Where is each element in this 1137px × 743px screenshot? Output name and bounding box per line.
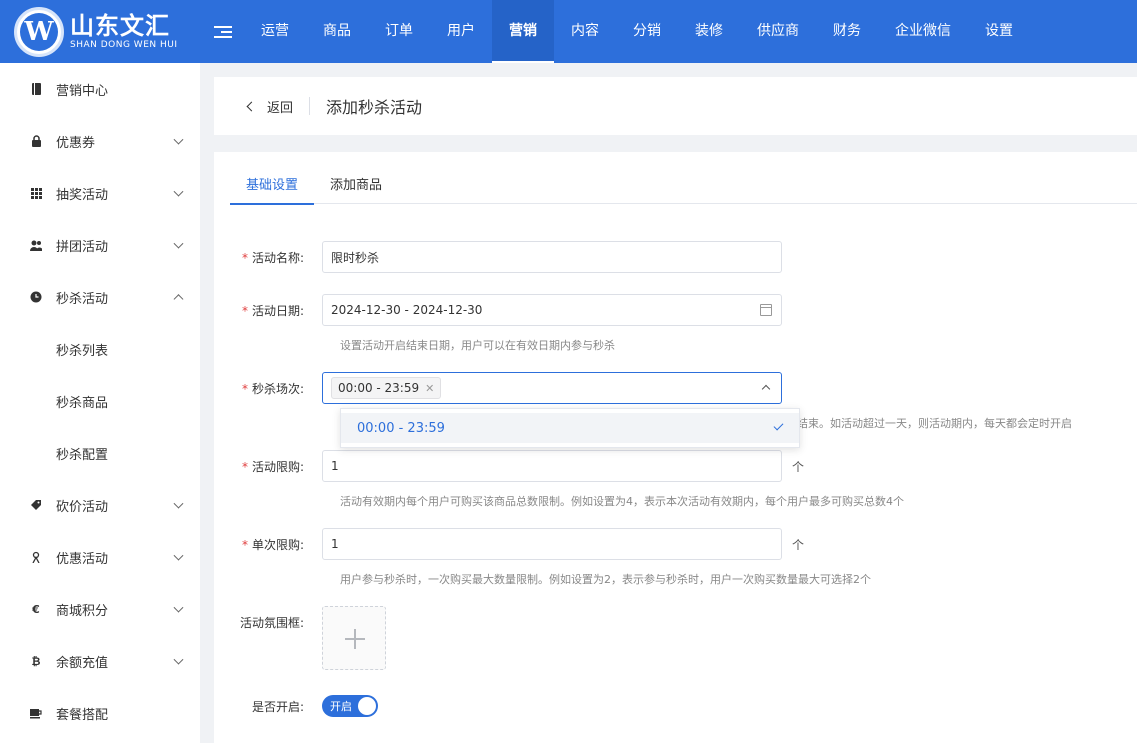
nav-item-content[interactable]: 内容 — [554, 0, 616, 63]
form-row-total-limit: * 活动限购: 1 个 — [214, 450, 804, 482]
total-limit-label: 活动限购: — [251, 459, 304, 474]
nav-item-products[interactable]: 商品 — [306, 0, 368, 63]
chevron-down-icon — [173, 134, 184, 145]
chevron-down-icon — [173, 238, 184, 249]
nav-item-wecom[interactable]: 企业微信 — [878, 0, 968, 63]
page-title: 添加秒杀活动 — [326, 98, 423, 117]
brand-logo[interactable]: W 山东文汇 SHAN DONG WEN HUI — [0, 0, 200, 63]
grid-icon — [30, 187, 42, 199]
group-icon — [30, 239, 42, 251]
session-help: 结束。如活动超过一天，则活动期内，每天都会定时开启 — [797, 417, 1072, 430]
chevron-up-icon — [173, 294, 184, 305]
cup-icon — [30, 707, 42, 719]
sidebar-item-promotions[interactable]: 优惠活动 — [0, 531, 200, 583]
activity-name-input[interactable]: 限时秒杀 — [322, 241, 782, 273]
chevron-up-icon — [761, 384, 771, 394]
single-limit-input[interactable]: 1 — [322, 528, 782, 560]
single-limit-unit: 个 — [792, 537, 805, 552]
sidebar-item-bargain[interactable]: 砍价活动 — [0, 479, 200, 531]
chevron-down-icon — [173, 654, 184, 665]
total-limit-help: 活动有效期内每个用户可购买该商品总数限制。例如设置为4，表示本次活动有效期内，每… — [340, 495, 904, 508]
chevron-down-icon — [173, 602, 184, 613]
nav-item-operations[interactable]: 运营 — [244, 0, 306, 63]
tab-add-products[interactable]: 添加商品 — [314, 172, 398, 204]
chevron-left-icon — [246, 101, 257, 111]
sidebar-item-balance-recharge[interactable]: ₿ 余额充值 — [0, 635, 200, 687]
session-select[interactable]: 00:00 - 23:59 ✕ — [322, 372, 782, 404]
chevron-down-icon — [173, 186, 184, 197]
tag-icon — [30, 499, 42, 511]
sidebar-subitem-flash-sale-config[interactable]: 秒杀配置 — [0, 427, 200, 479]
menu-collapse-icon[interactable] — [214, 25, 232, 38]
session-option[interactable]: 00:00 - 23:59 — [341, 413, 799, 443]
session-dropdown: 00:00 - 23:59 — [340, 408, 800, 448]
activity-date-label: 活动日期: — [251, 303, 304, 318]
lock-icon — [30, 135, 42, 147]
sidebar-item-flash-sale[interactable]: 秒杀活动 — [0, 271, 200, 323]
brand-name-cn: 山东文汇 — [70, 11, 170, 40]
sidebar: 营销中心 优惠券 抽奖活动 拼团活动 秒杀活动 秒杀列表 秒杀商品 秒杀配置 砍… — [0, 63, 200, 743]
form-row-enabled: 是否开启: 开启 — [214, 695, 378, 717]
single-limit-label: 单次限购: — [251, 537, 304, 552]
form-card: 基础设置 添加商品 * 活动名称: 限时秒杀 * 活动日期: 2024-12-30 … — [214, 152, 1137, 743]
book-icon — [30, 83, 42, 95]
sidebar-item-lottery[interactable]: 抽奖活动 — [0, 167, 200, 219]
nav-item-users[interactable]: 用户 — [430, 0, 492, 63]
close-icon[interactable]: ✕ — [425, 382, 434, 395]
single-limit-help: 用户参与秒杀时，一次购买最大数量限制。例如设置为2，表示参与秒杀时，用户一次购买… — [340, 573, 871, 586]
sidebar-item-coupons[interactable]: 优惠券 — [0, 115, 200, 167]
main-nav: 运营 商品 订单 用户 营销 内容 分销 装修 供应商 财务 企业微信 设置 — [244, 0, 1030, 63]
sidebar-subitem-flash-sale-products[interactable]: 秒杀商品 — [0, 375, 200, 427]
bitcoin-icon: ₿ — [31, 654, 41, 668]
header-divider — [309, 97, 311, 115]
gift-icon — [30, 551, 42, 563]
enabled-toggle[interactable]: 开启 — [322, 695, 378, 717]
logo-mark-icon: W — [14, 6, 64, 57]
form-row-session: * 秒杀场次: 00:00 - 23:59 ✕ — [214, 372, 782, 404]
enabled-label: 是否开启: — [251, 699, 304, 714]
nav-item-decoration[interactable]: 装修 — [678, 0, 740, 63]
nav-item-marketing[interactable]: 营销 — [492, 0, 554, 63]
activity-date-help: 设置活动开启结束日期，用户可以在有效日期内参与秒杀 — [340, 339, 615, 352]
sidebar-item-group-buy[interactable]: 拼团活动 — [0, 219, 200, 271]
nav-item-orders[interactable]: 订单 — [368, 0, 430, 63]
total-limit-input[interactable]: 1 — [322, 450, 782, 482]
form-row-single-limit: * 单次限购: 1 个 — [214, 528, 804, 560]
sidebar-subitem-flash-sale-list[interactable]: 秒杀列表 — [0, 323, 200, 375]
activity-date-picker[interactable]: 2024-12-30 - 2024-12-30 — [322, 294, 782, 326]
clock-icon — [30, 291, 42, 303]
tab-basic-settings[interactable]: 基础设置 — [230, 172, 315, 205]
brand-name-en: SHAN DONG WEN HUI — [70, 40, 178, 50]
form-row-activity-name: * 活动名称: 限时秒杀 — [214, 241, 782, 273]
session-label: 秒杀场次: — [251, 381, 304, 396]
frame-upload-button[interactable] — [322, 606, 386, 670]
session-tag: 00:00 - 23:59 ✕ — [331, 377, 442, 399]
nav-item-finance[interactable]: 财务 — [816, 0, 878, 63]
frame-label: 活动氛围框: — [239, 616, 304, 630]
back-button[interactable]: 返回 — [246, 97, 293, 116]
nav-item-distribution[interactable]: 分销 — [616, 0, 678, 63]
toggle-knob — [358, 697, 376, 715]
chevron-down-icon — [173, 550, 184, 561]
nav-item-settings[interactable]: 设置 — [968, 0, 1030, 63]
form-row-frame: 活动氛围框: — [214, 606, 386, 670]
nav-item-suppliers[interactable]: 供应商 — [740, 0, 816, 63]
form-tabs: 基础设置 添加商品 — [230, 172, 1137, 205]
calendar-icon — [760, 304, 772, 316]
sidebar-item-marketing-center[interactable]: 营销中心 — [0, 63, 200, 115]
form-row-activity-date: * 活动日期: 2024-12-30 - 2024-12-30 — [214, 294, 782, 326]
total-limit-unit: 个 — [792, 459, 805, 474]
page-header: 返回 添加秒杀活动 — [214, 77, 1137, 135]
sidebar-item-bundles[interactable]: 套餐搭配 — [0, 687, 200, 739]
euro-icon: € — [32, 602, 40, 616]
top-navbar: W 山东文汇 SHAN DONG WEN HUI 运营 商品 订单 用户 营销 … — [0, 0, 1137, 63]
chevron-down-icon — [173, 498, 184, 509]
sidebar-item-points[interactable]: € 商城积分 — [0, 583, 200, 635]
activity-name-label: 活动名称: — [251, 250, 304, 265]
check-icon — [773, 420, 784, 431]
